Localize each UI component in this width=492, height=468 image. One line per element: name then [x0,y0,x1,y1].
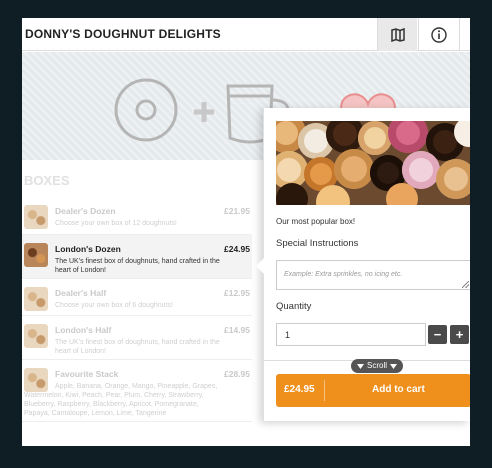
special-instructions-field[interactable]: Example: Extra sprinkles, no icing etc. [276,260,470,290]
product-thumbnail [24,287,48,311]
quantity-value: 1 [285,330,291,340]
chevron-down-icon [357,363,364,369]
product-description: The UK's finest box of doughnuts, hand c… [55,258,220,274]
header-edge [459,18,470,51]
product-tagline: Our most popular box! [276,217,356,226]
product-name: Dealer's Dozen [55,206,116,216]
product-description: The UK's finest box of doughnuts, hand c… [55,339,220,355]
list-item[interactable]: Dealer's Dozen £21.95 Choose your own bo… [22,197,252,235]
popup-pointer [256,258,264,274]
list-item-selected[interactable]: London's Dozen £24.95 The UK's finest bo… [22,235,252,279]
scroll-label: Scroll [367,361,388,370]
plus-icon [194,102,214,122]
map-button[interactable] [377,18,417,51]
info-icon [430,26,447,43]
info-button[interactable] [418,18,458,51]
product-name: Dealer's Half [55,288,107,298]
doughnut-icon [114,78,178,142]
product-detail-popup: Our most popular box! Special Instructio… [256,108,470,421]
quantity-input[interactable]: 1 [276,323,426,346]
cart-separator [324,380,325,401]
product-description: Choose your own box of 12 doughnuts! [55,220,177,227]
add-to-cart-button[interactable]: £24.95 Add to cart [276,374,470,407]
quantity-label: Quantity [276,301,312,312]
map-icon [390,27,405,42]
cart-label: Add to cart [372,384,425,395]
scroll-indicator[interactable]: Scroll [351,359,404,373]
app-title: DONNY'S DOUGHNUT DELIGHTS [25,27,221,41]
cart-price: £24.95 [284,384,315,395]
resize-grip-icon[interactable] [462,281,469,288]
product-name: London's Half [55,325,112,335]
product-price: £24.95 [224,244,250,254]
app-frame: DONNY'S DOUGHNUT DELIGHTS BOXES Dealer's… [22,18,470,446]
product-price: £21.95 [224,206,250,216]
product-name: Favourite Stack [55,369,119,379]
product-description: Choose your own box of 6 doughnuts! [55,302,173,309]
list-item[interactable]: Dealer's Half £12.95 Choose your own box… [22,279,252,316]
product-list: Dealer's Dozen £21.95 Choose your own bo… [22,197,252,422]
product-price: £28.95 [224,369,250,379]
section-title: BOXES [24,173,70,188]
product-name: London's Dozen [55,244,121,254]
chevron-down-icon [390,363,398,369]
product-thumbnail [24,243,48,267]
product-thumbnail [24,324,48,348]
instructions-label: Special Instructions [276,238,359,249]
quantity-plus-button[interactable]: + [450,325,469,344]
header: DONNY'S DOUGHNUT DELIGHTS [22,18,470,51]
quantity-minus-button[interactable]: − [428,325,447,344]
instructions-placeholder: Example: Extra sprinkles, no icing etc. [284,271,403,278]
product-thumbnail [24,205,48,229]
product-price: £12.95 [224,288,250,298]
list-item[interactable]: London's Half £14.95 The UK's finest box… [22,316,252,360]
product-price: £14.95 [224,325,250,335]
product-description: Apple, Banana, Orange, Mango, Pineapple,… [24,383,218,417]
list-item[interactable]: Favourite Stack £28.95 Apple, Banana, Or… [22,360,252,422]
product-photo [276,121,470,205]
